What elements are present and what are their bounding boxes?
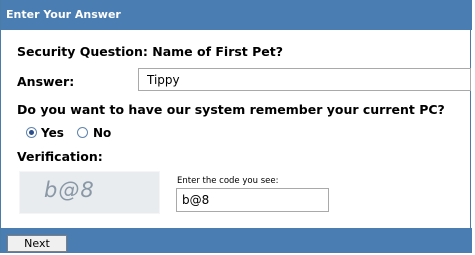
- yes-radio[interactable]: [26, 127, 37, 138]
- answer-label: Answer:: [17, 74, 75, 89]
- verification-label: Verification:: [17, 149, 103, 164]
- captcha-image: b@8: [19, 171, 160, 214]
- security-question-label: Security Question: Name of First Pet?: [17, 44, 284, 59]
- answer-panel: Enter Your Answer Security Question: Nam…: [0, 0, 472, 253]
- answer-input[interactable]: [138, 68, 471, 91]
- panel-title: Enter Your Answer: [6, 8, 121, 21]
- yes-radio-label[interactable]: Yes: [41, 126, 64, 140]
- next-button[interactable]: Next: [7, 235, 67, 252]
- no-radio[interactable]: [77, 127, 88, 138]
- captcha-image-text: b@8: [44, 178, 95, 202]
- panel-header: Enter Your Answer: [1, 0, 472, 30]
- verification-code-input[interactable]: [176, 188, 329, 212]
- no-radio-label[interactable]: No: [93, 126, 111, 140]
- panel-footer: [1, 228, 472, 253]
- remember-pc-question: Do you want to have our system remember …: [17, 102, 445, 117]
- code-hint: Enter the code you see:: [177, 176, 279, 186]
